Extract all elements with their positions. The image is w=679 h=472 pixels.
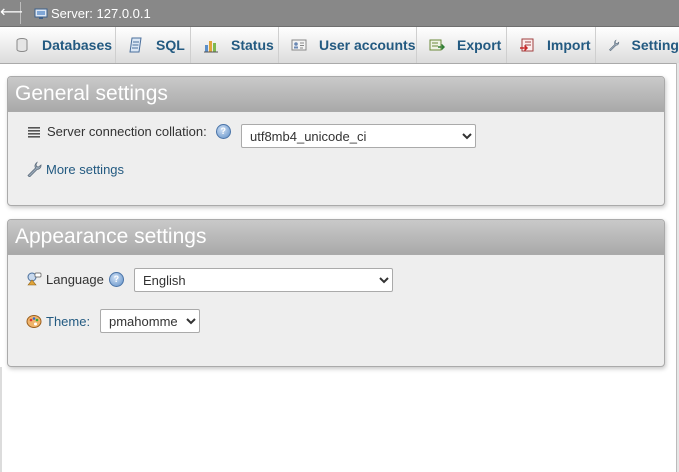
server-topbar: ⟵ Server: 127.0.0.1 xyxy=(0,0,679,27)
language-icon xyxy=(27,272,42,286)
more-settings-row: More settings xyxy=(26,161,124,177)
help-icon[interactable]: ? xyxy=(215,124,231,139)
appearance-settings-title: Appearance settings xyxy=(8,220,664,255)
theme-label[interactable]: Theme: xyxy=(46,314,90,329)
left-edge xyxy=(0,367,2,472)
tab-databases[interactable]: Databases xyxy=(0,27,116,63)
language-label: Language xyxy=(46,271,104,287)
tab-import[interactable]: Import xyxy=(507,27,596,63)
language-row: Language ? xyxy=(26,271,124,287)
collation-row: Server connection collation: ? xyxy=(27,124,231,139)
collation-select[interactable]: utf8mb4_unicode_ci xyxy=(241,124,476,148)
wrench-icon xyxy=(609,39,620,52)
tab-settings[interactable]: Setting xyxy=(596,27,679,63)
tab-sql[interactable]: SQL xyxy=(116,27,191,63)
language-select[interactable]: English xyxy=(134,268,393,292)
wrench-icon xyxy=(27,161,42,177)
more-settings-link[interactable]: More settings xyxy=(46,162,124,177)
database-icon xyxy=(16,38,28,52)
tab-label: Setting xyxy=(631,37,679,53)
theme-select[interactable]: pmahomme xyxy=(100,309,200,333)
palette-icon xyxy=(26,315,42,328)
tab-label: Export xyxy=(457,37,502,53)
list-icon xyxy=(28,126,40,138)
appearance-settings-panel: Appearance settings Language ? English T… xyxy=(7,219,665,367)
tab-label: Status xyxy=(231,37,274,53)
user-accounts-icon xyxy=(291,39,307,51)
tab-status[interactable]: Status xyxy=(191,27,279,63)
left-arrow-icon[interactable]: ⟵ xyxy=(0,2,23,24)
sql-icon xyxy=(129,37,142,53)
import-icon xyxy=(520,38,534,52)
tab-user-accounts[interactable]: User accounts xyxy=(279,27,417,63)
tab-export[interactable]: Export xyxy=(417,27,507,63)
general-settings-title: General settings xyxy=(8,77,664,112)
theme-row: Theme: xyxy=(26,313,90,329)
tab-label: SQL xyxy=(156,37,185,53)
export-icon xyxy=(429,39,445,51)
server-breadcrumb[interactable]: Server: 127.0.0.1 xyxy=(51,6,151,21)
server-icon xyxy=(34,8,48,19)
general-settings-panel: General settings Server connection colla… xyxy=(7,76,665,206)
status-chart-icon xyxy=(204,41,218,53)
collation-label: Server connection collation: xyxy=(47,124,207,139)
tab-label: User accounts xyxy=(319,37,416,53)
tab-label: Databases xyxy=(42,37,113,53)
help-icon[interactable]: ? xyxy=(108,271,124,287)
tab-label: Import xyxy=(547,37,591,53)
main-tab-bar: Databases SQL Status User accounts Expor… xyxy=(0,27,679,64)
